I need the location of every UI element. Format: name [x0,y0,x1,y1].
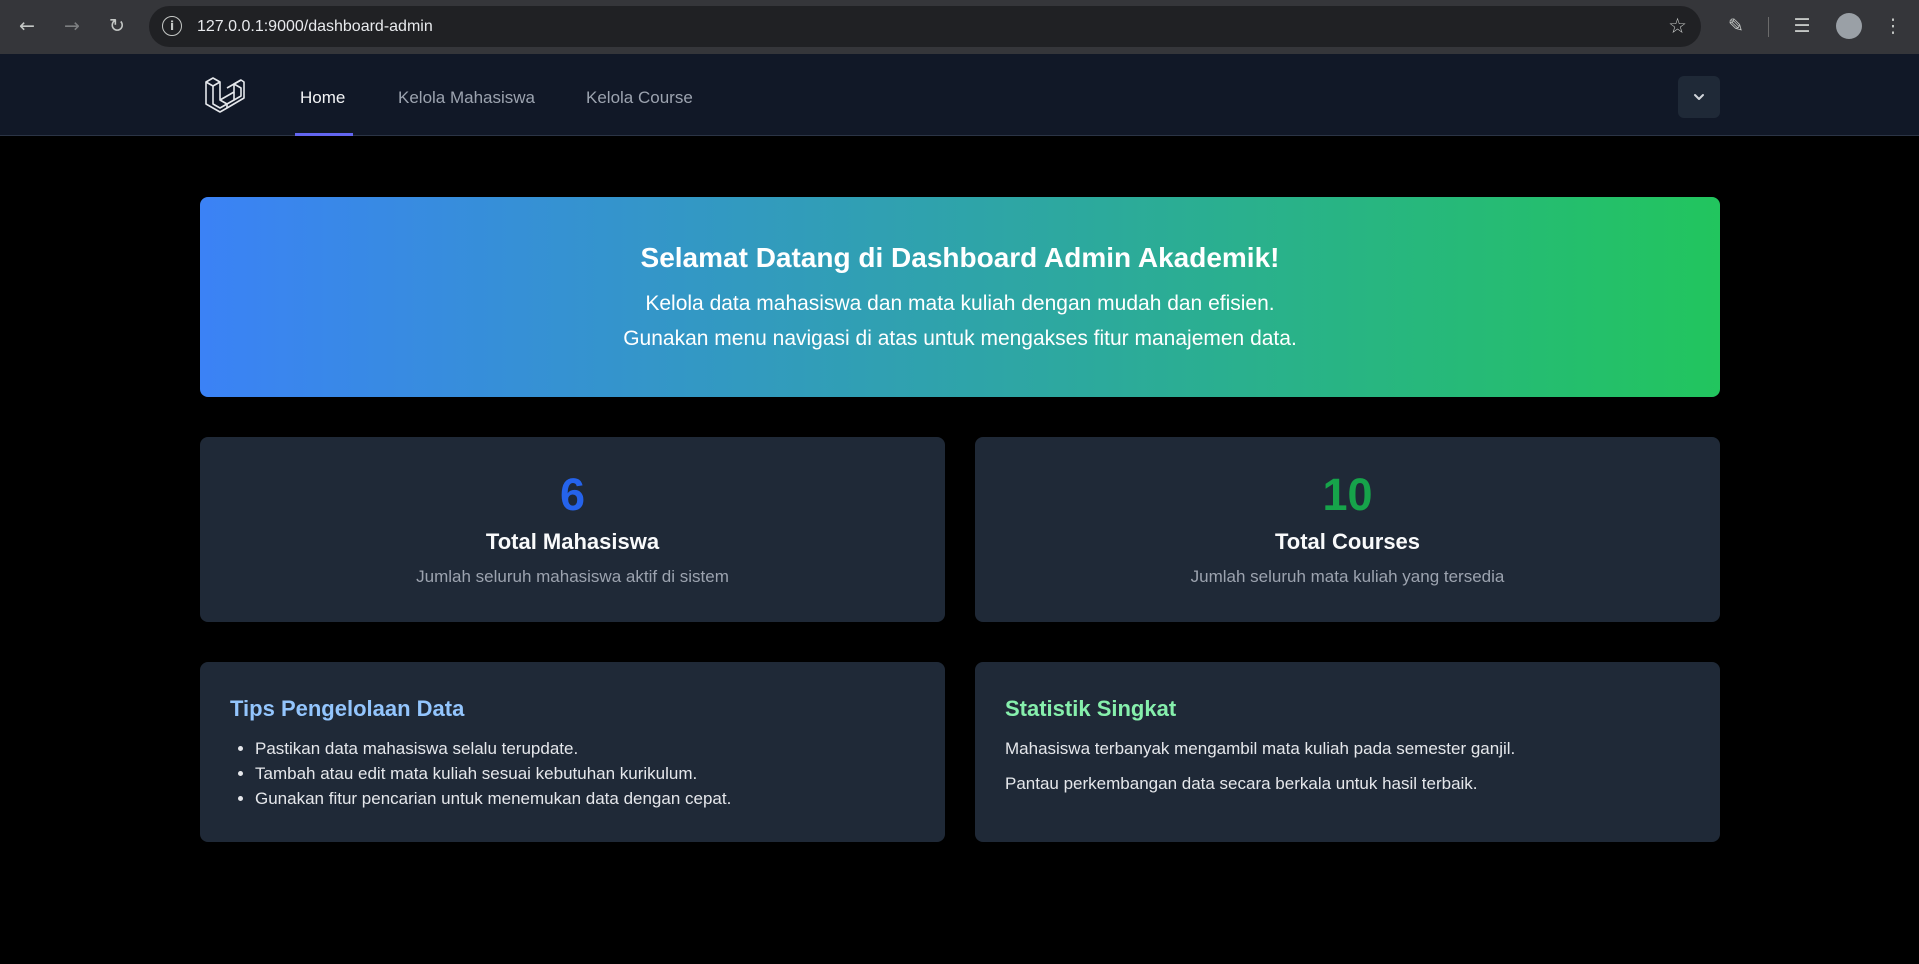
toolbar-divider [1768,17,1769,37]
stat-title-courses: Total Courses [1274,529,1421,554]
back-icon[interactable]: ← [13,12,41,40]
stat-number-mahasiswa: 6 [559,469,586,520]
chevron-down-icon [1694,94,1704,100]
menu-kebab-icon[interactable]: ⋮ [1879,12,1907,40]
tips-item: Gunakan fitur pencarian untuk menemukan … [255,786,915,811]
app-navbar: Home Kelola Mahasiswa Kelola Course [0,54,1919,136]
stat-card-courses: 10 Total Courses Jumlah seluruh mata kul… [975,437,1720,622]
statistik-card: Statistik Singkat Mahasiswa terbanyak me… [975,662,1720,842]
stat-card-mahasiswa: 6 Total Mahasiswa Jumlah seluruh mahasis… [200,437,945,622]
media-queue-icon[interactable]: ☰ [1788,12,1816,40]
welcome-banner: Selamat Datang di Dashboard Admin Akadem… [200,197,1720,397]
nav-kelola-mahasiswa[interactable]: Kelola Mahasiswa [398,54,535,136]
nav-kelola-course[interactable]: Kelola Course [586,54,693,136]
browser-toolbar: ← → ↻ i 127.0.0.1:9000/dashboard-admin ☆… [0,0,1919,54]
tips-list: Pastikan data mahasiswa selalu terupdate… [230,736,915,811]
statistik-paragraph-2: Pantau perkembangan data secara berkala … [1005,774,1478,793]
welcome-subtitle-1: Kelola data mahasiswa dan mata kuliah de… [645,292,1275,315]
stat-title-mahasiswa: Total Mahasiswa [485,529,660,554]
profile-avatar[interactable] [1836,13,1862,39]
user-dropdown-button[interactable] [1678,76,1720,118]
welcome-title: Selamat Datang di Dashboard Admin Akadem… [640,242,1280,273]
active-tab-indicator [295,133,353,136]
tips-title: Tips Pengelolaan Data [230,696,465,721]
forward-icon[interactable]: → [58,12,86,40]
stat-number-courses: 10 [1322,469,1373,520]
tips-card: Tips Pengelolaan Data Pastikan data maha… [200,662,945,842]
site-info-icon[interactable]: i [162,16,182,36]
url-text[interactable]: 127.0.0.1:9000/dashboard-admin [197,6,433,47]
laravel-logo-icon[interactable] [203,74,245,116]
reload-icon[interactable]: ↻ [103,12,131,40]
welcome-subtitle-2: Gunakan menu navigasi di atas untuk meng… [623,327,1297,350]
stat-desc-mahasiswa: Jumlah seluruh mahasiswa aktif di sistem [416,567,729,586]
address-bar[interactable]: i 127.0.0.1:9000/dashboard-admin ☆ [149,6,1701,47]
extensions-icon[interactable]: ✎ [1722,12,1750,40]
tips-item: Pastikan data mahasiswa selalu terupdate… [255,736,915,761]
tips-item: Tambah atau edit mata kuliah sesuai kebu… [255,761,915,786]
statistik-title: Statistik Singkat [1005,696,1177,721]
statistik-paragraph-1: Mahasiswa terbanyak mengambil mata kulia… [1005,739,1516,758]
nav-home[interactable]: Home [300,54,345,136]
stat-desc-courses: Jumlah seluruh mata kuliah yang tersedia [1190,567,1505,586]
bookmark-star-icon[interactable]: ☆ [1668,14,1687,38]
